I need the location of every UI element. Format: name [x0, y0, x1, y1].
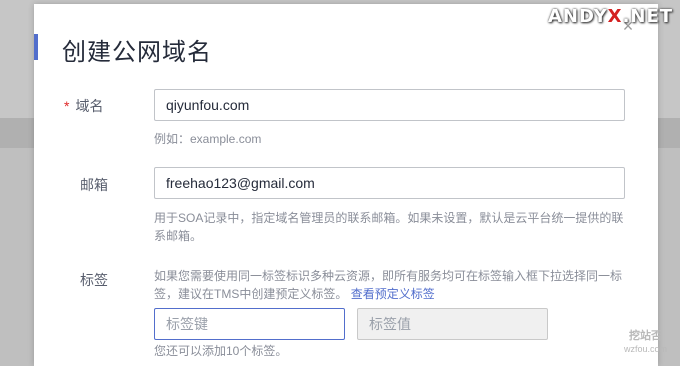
- watermark-text-b: X: [607, 6, 623, 27]
- title-accent-bar: [34, 34, 38, 60]
- corner-watermark-line1: 挖站否: [629, 330, 662, 342]
- wzfou-corner-watermark: 挖站否 wzfou.com: [624, 330, 667, 356]
- domain-label: * 域名: [64, 96, 103, 116]
- domain-label-text: 域名: [75, 98, 104, 114]
- tags-label: 标签: [80, 272, 108, 288]
- dialog-title: 创建公网域名: [62, 39, 212, 66]
- corner-watermark-line2: wzfou.com: [624, 344, 668, 354]
- tag-count-hint: 您还可以添加10个标签。: [154, 344, 288, 358]
- create-public-domain-dialog: 创建公网域名 × *域名 例如：example.com 邮箱 用于SOA记录中，…: [34, 4, 658, 366]
- watermark-text-c: .NET: [622, 6, 674, 27]
- email-label: 邮箱: [80, 177, 108, 193]
- tag-key-input[interactable]: [154, 308, 345, 340]
- domain-hint: 例如：example.com: [154, 132, 262, 146]
- view-predefined-tags-link[interactable]: 查看预定义标签: [351, 287, 435, 301]
- email-hint: 用于SOA记录中，指定域名管理员的联系邮箱。如果未设置，默认是云平台统一提供的联…: [154, 211, 624, 243]
- watermark-text-a: ANDY: [548, 6, 608, 27]
- tags-hint: 如果您需要使用同一标签标识多种云资源，即所有服务均可在标签输入框下拉选择同一标签…: [154, 267, 628, 303]
- andyx-watermark-logo: ANDYX.NET: [548, 6, 673, 27]
- email-input[interactable]: [154, 167, 625, 199]
- required-mark: *: [64, 98, 70, 114]
- tag-value-input[interactable]: [357, 308, 548, 340]
- domain-input[interactable]: [154, 89, 625, 121]
